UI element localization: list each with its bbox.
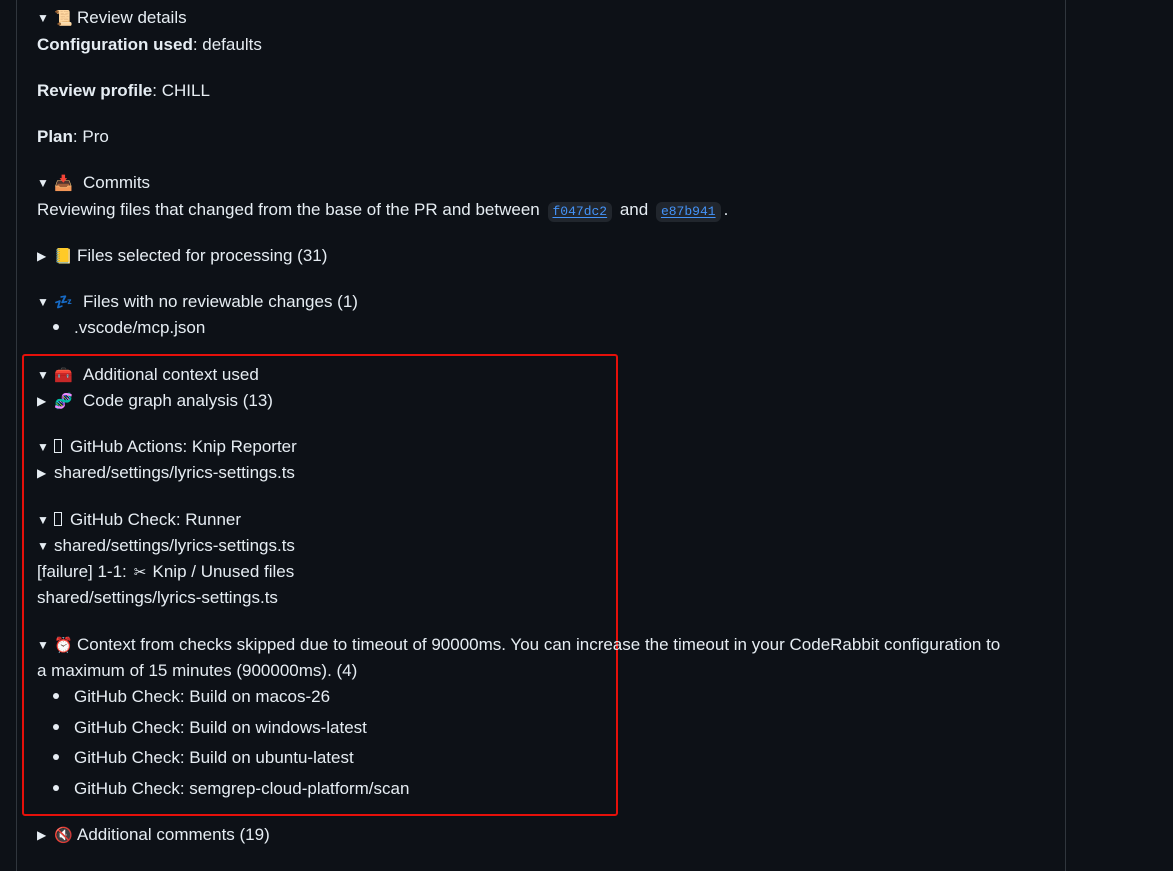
expanded-triangle-icon: ▼ [37,513,49,527]
commits-description: Reviewing files that changed from the ba… [37,197,728,223]
commits-text-prefix: Reviewing files that changed from the ba… [37,200,540,219]
zzz-icon: 💤 [54,293,73,311]
knip-reporter-title: GitHub Actions: Knip Reporter [70,437,297,456]
configuration-label: Configuration used [37,35,193,54]
bullet-icon [53,693,59,699]
knip-file-summary[interactable]: ▶ shared/settings/lyrics-settings.ts [37,460,295,486]
review-profile-line: Review profile: CHILL [37,78,210,104]
bullet-icon [53,724,59,730]
list-item: .vscode/mcp.json [37,315,205,341]
collapsed-triangle-icon: ▶ [37,828,47,842]
list-item: GitHub Check: Build on ubuntu-latest [37,745,354,771]
code-graph-summary[interactable]: ▶ 🧬 Code graph analysis (13) [37,388,273,414]
no-changes-summary[interactable]: ▼ 💤 Files with no reviewable changes (1) [37,289,358,315]
list-item: GitHub Check: Build on macos-26 [37,684,330,710]
scroll-icon: 📜 [54,9,73,27]
bullet-icon [53,785,59,791]
failure-path-line: shared/settings/lyrics-settings.ts [37,585,278,611]
plan-value: : Pro [72,127,109,146]
timeout-check-item: GitHub Check: Build on ubuntu-latest [74,748,354,767]
review-profile-label: Review profile [37,81,153,100]
expanded-triangle-icon: ▼ [37,539,49,553]
inbox-tray-icon: 📥 [54,174,73,192]
expanded-triangle-icon: ▼ [37,295,49,309]
timeout-check-item: GitHub Check: semgrep-cloud-platform/sca… [74,779,410,798]
toolbox-icon: 🧰 [54,366,73,384]
no-entry-icon: 🔇 [54,826,73,844]
additional-comments-summary[interactable]: ▶ 🔇 Additional comments (19) [37,822,270,848]
files-selected-summary[interactable]: ▶ 📒 Files selected for processing (31) [37,243,327,269]
additional-comments-title: Additional comments (19) [77,825,270,844]
expanded-triangle-icon: ▼ [37,368,49,382]
collapsed-triangle-icon: ▶ [37,466,47,480]
list-item: GitHub Check: semgrep-cloud-platform/sca… [37,776,409,802]
configuration-line: Configuration used: defaults [37,32,262,58]
missing-glyph-icon [54,512,62,526]
commits-summary[interactable]: ▼ 📥 Commits [37,170,150,196]
list-item: GitHub Check: Build on windows-latest [37,715,367,741]
review-profile-value: : CHILL [152,81,210,100]
runner-file-path: shared/settings/lyrics-settings.ts [54,536,295,555]
collapsed-triangle-icon: ▶ [37,394,47,408]
runner-summary[interactable]: ▼ GitHub Check: Runner [37,507,241,533]
bullet-icon [53,324,59,330]
expanded-triangle-icon: ▼ [37,638,49,652]
expanded-triangle-icon: ▼ [37,176,49,190]
knip-reporter-summary[interactable]: ▼ GitHub Actions: Knip Reporter [37,434,297,460]
plan-label: Plan [37,127,73,146]
review-details-summary[interactable]: ▼ 📜 Review details [37,5,187,31]
commits-text-mid: and [619,200,649,219]
alarm-clock-icon: ⏰ [54,636,73,654]
commit-link-to[interactable]: e87b941 [655,202,721,222]
review-details-title: Review details [77,8,187,27]
failure-path: shared/settings/lyrics-settings.ts [37,588,278,607]
bullet-icon [53,754,59,760]
failure-text: Knip / Unused files [152,562,295,581]
expanded-triangle-icon: ▼ [37,11,49,25]
timeout-summary[interactable]: ▼ ⏰ Context from checks skipped due to tim… [37,632,1000,658]
runner-file-summary[interactable]: ▼ shared/settings/lyrics-settings.ts [37,533,295,559]
failure-prefix: [failure] 1-1: [37,562,127,581]
timeout-line-1: Context from checks skipped due to timeo… [77,635,1001,654]
knip-file-path: shared/settings/lyrics-settings.ts [54,463,295,482]
collapsed-triangle-icon: ▶ [37,249,47,263]
additional-context-summary[interactable]: ▼ 🧰 Additional context used [37,362,259,388]
commits-title: Commits [83,173,151,192]
dna-icon: 🧬 [54,392,73,410]
missing-glyph-icon [54,439,62,453]
failure-line: [failure] 1-1: ✂ Knip / Unused files [37,559,294,585]
runner-title: GitHub Check: Runner [70,510,242,529]
expanded-triangle-icon: ▼ [37,440,49,454]
left-border [16,0,17,871]
timeout-check-item: GitHub Check: Build on macos-26 [74,687,331,706]
no-changes-file: .vscode/mcp.json [74,318,206,337]
commits-text-suffix: . [723,200,729,219]
plan-line: Plan: Pro [37,124,109,150]
right-border [1065,0,1066,871]
timeout-summary-continued: a maximum of 15 minutes (900000ms). (4) [37,658,357,684]
code-graph-title: Code graph analysis (13) [83,391,273,410]
files-selected-title: Files selected for processing (31) [77,246,328,265]
additional-context-title: Additional context used [83,365,259,384]
timeout-check-item: GitHub Check: Build on windows-latest [74,718,367,737]
configuration-value: : defaults [192,35,262,54]
no-changes-title: Files with no reviewable changes (1) [83,292,358,311]
scissors-icon: ✂ [133,563,147,581]
timeout-line-2: a maximum of 15 minutes (900000ms). (4) [37,661,358,680]
ledger-icon: 📒 [54,247,73,265]
commit-link-from[interactable]: f047dc2 [547,202,613,222]
